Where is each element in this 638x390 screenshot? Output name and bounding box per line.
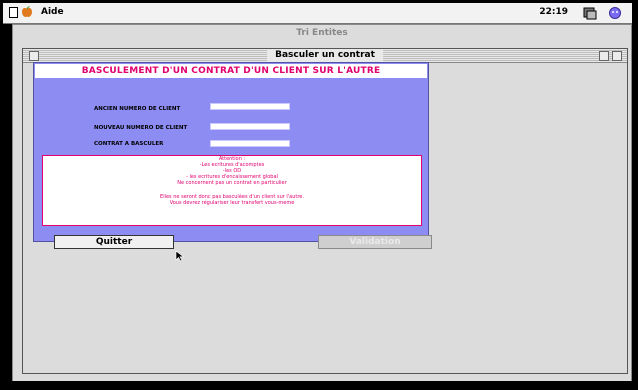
- form-panel: BASCULEMENT D'UN CONTRAT D'UN CLIENT SUR…: [33, 62, 432, 249]
- app-switcher-icon[interactable]: [582, 5, 598, 21]
- mouse-pointer-icon: [175, 250, 185, 262]
- contract-input[interactable]: [210, 140, 290, 147]
- old-client-label: ANCIEN NUMERO DE CLIENT: [94, 106, 181, 112]
- notice-footer-line: Vous devrez régulariser leur transfert v…: [169, 200, 295, 206]
- collapse-box-icon[interactable]: [612, 51, 622, 61]
- form-heading: BASCULEMENT D'UN CONTRAT D'UN CLIENT SUR…: [35, 64, 427, 78]
- window-title: Basculer un contrat: [267, 49, 383, 62]
- warning-notice: Attention : -Les ecritures d'acomptes -l…: [42, 155, 422, 226]
- menu-aide[interactable]: Aide: [41, 7, 64, 17]
- close-box-icon[interactable]: [29, 51, 39, 61]
- validate-button[interactable]: Validation: [318, 235, 432, 249]
- quit-button[interactable]: Quitter: [54, 235, 174, 249]
- screen: Aide 22:19 Tri Entites Basculer un contr…: [0, 0, 638, 390]
- zoom-box-icon[interactable]: [599, 51, 609, 61]
- background-window-title: Tri Entites: [296, 28, 348, 38]
- screen-bottom-edge: [3, 381, 632, 387]
- contract-label: CONTRAT A BASCULER: [94, 141, 164, 147]
- help-icon[interactable]: [608, 6, 622, 20]
- new-client-input[interactable]: [210, 123, 290, 130]
- window-title-bar[interactable]: Basculer un contrat: [23, 49, 627, 63]
- basculer-contrat-window: Basculer un contrat BASCULEMENT D'UN CON…: [22, 48, 628, 374]
- menu-bar: Aide 22:19: [3, 3, 632, 24]
- new-client-label: NOUVEAU NUMERO DE CLIENT: [94, 125, 188, 131]
- menu-clock[interactable]: 22:19: [539, 7, 568, 17]
- old-client-input[interactable]: [210, 103, 290, 110]
- apple-icon[interactable]: [21, 6, 33, 18]
- document-icon[interactable]: [9, 7, 18, 18]
